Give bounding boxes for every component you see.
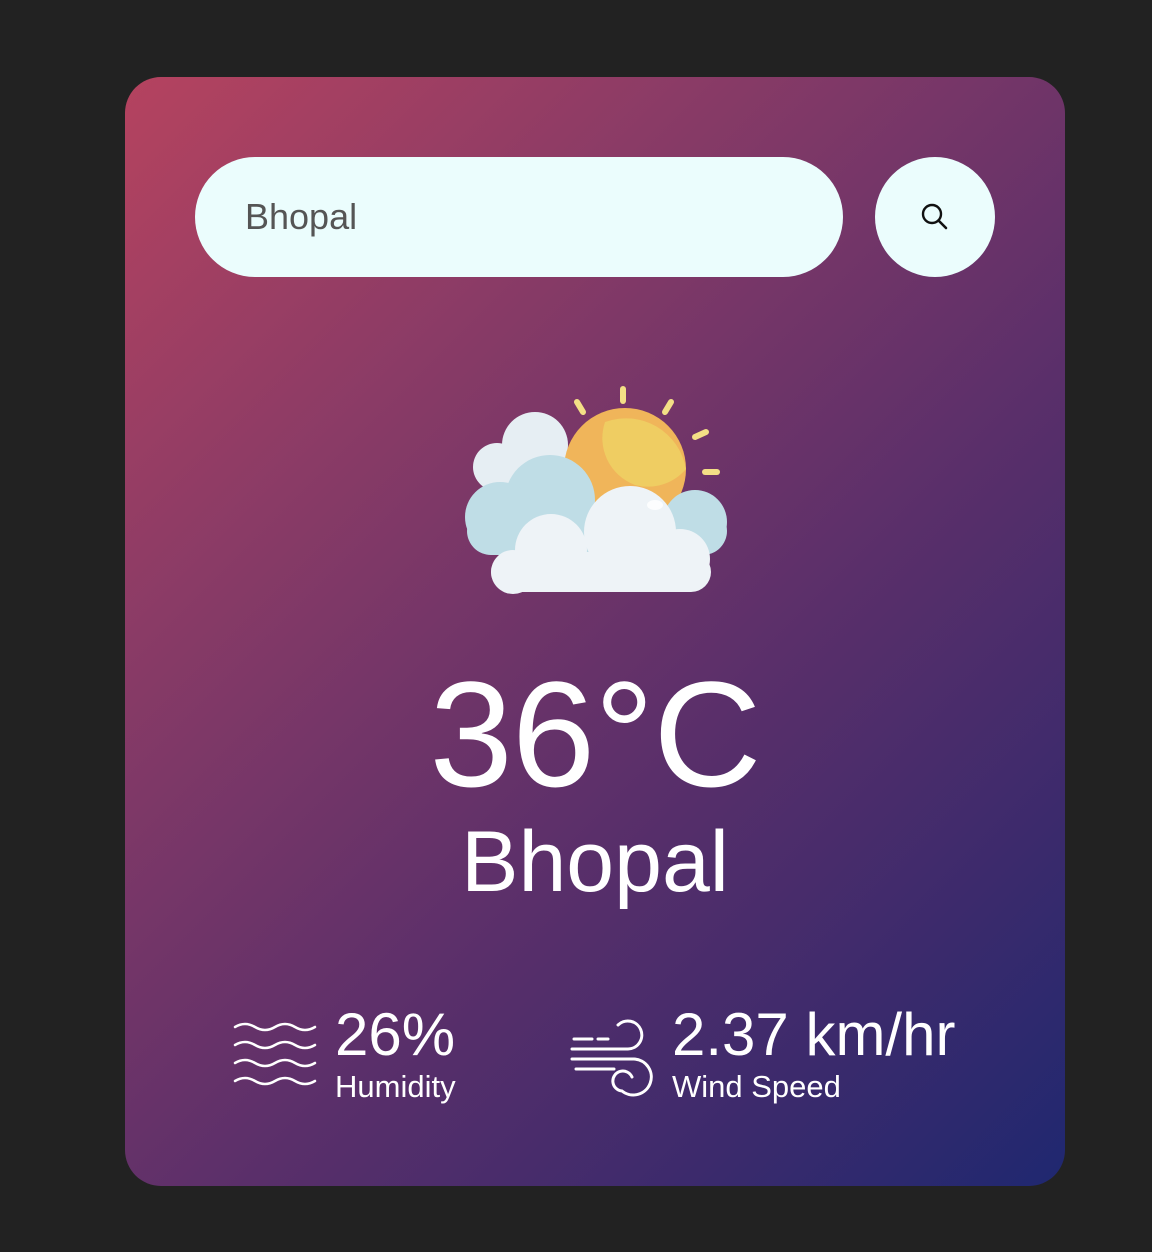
humidity-icon — [233, 1022, 317, 1086]
humidity-label: Humidity — [335, 1069, 456, 1104]
wind-value: 2.37 km/hr — [672, 1001, 956, 1068]
search-button[interactable] — [875, 157, 995, 277]
search-icon — [921, 203, 948, 230]
city-name: Bhopal — [461, 814, 729, 910]
weather-card: 36°C Bhopal 26% Humidity — [125, 77, 1065, 1186]
humidity-stat: 26% Humidity — [233, 1005, 456, 1107]
search-input[interactable] — [245, 196, 805, 238]
wind-stat: 2.37 km/hr Wind Speed — [570, 1005, 955, 1107]
partly-cloudy-icon — [465, 386, 727, 594]
wind-label: Wind Speed — [672, 1069, 841, 1104]
temperature: 36°C — [429, 650, 761, 818]
humidity-value: 26% — [335, 1001, 456, 1068]
search-field[interactable] — [195, 157, 843, 277]
wind-icon — [570, 1019, 653, 1097]
